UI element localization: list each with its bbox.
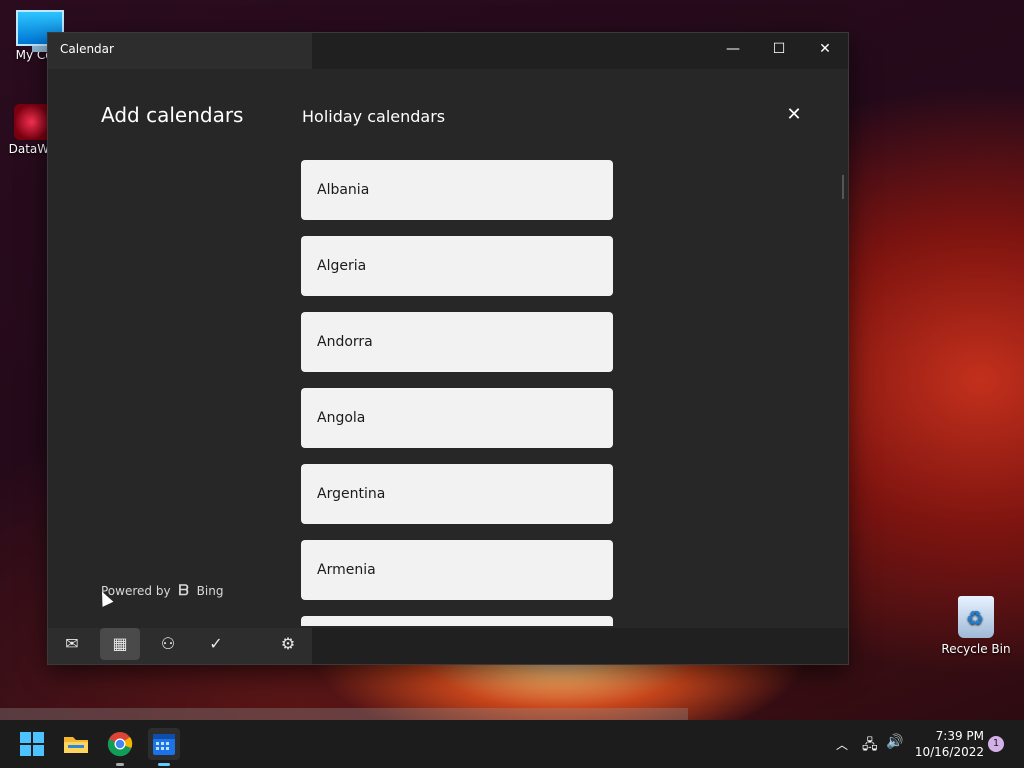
- powered-by: Powered by ᗷ Bing: [101, 583, 223, 599]
- country-item-andorra[interactable]: Andorra: [301, 312, 613, 372]
- window-title: Calendar: [60, 42, 114, 56]
- maximize-button[interactable]: ☐: [756, 33, 802, 65]
- todo-icon[interactable]: ✓: [196, 628, 236, 660]
- title-bar[interactable]: Calendar — ☐ ✕: [48, 33, 848, 69]
- app-nav-bar: ✉ ▦ ⚇ ✓ ⚙: [48, 628, 312, 664]
- country-item-partial[interactable]: [301, 616, 613, 626]
- chevron-up-icon[interactable]: ︿: [836, 736, 848, 753]
- recycle-bin-icon: [958, 596, 994, 638]
- background-window-edge: [0, 708, 688, 720]
- windows-logo-icon: [20, 745, 31, 756]
- windows-logo-icon: [33, 732, 44, 743]
- settings-icon[interactable]: ⚙: [268, 628, 308, 660]
- holiday-calendar-list: Albania Algeria Andorra Angola Argentina…: [301, 160, 613, 626]
- calendar-icon[interactable]: ▦: [100, 628, 140, 660]
- scrollbar[interactable]: [842, 175, 844, 199]
- bottom-bar-filler: [312, 628, 848, 664]
- country-item-argentina[interactable]: Argentina: [301, 464, 613, 524]
- volume-icon[interactable]: 🔊: [886, 734, 903, 750]
- datawag-app-icon: [14, 104, 50, 140]
- active-indicator: [158, 763, 170, 766]
- folder-icon: [64, 737, 88, 753]
- country-item-angola[interactable]: Angola: [301, 388, 613, 448]
- clock[interactable]: 7:39 PM 10/16/2022: [914, 728, 984, 760]
- chrome-icon: [107, 732, 133, 757]
- country-item-albania[interactable]: Albania: [301, 160, 613, 220]
- mail-icon[interactable]: ✉: [52, 628, 92, 660]
- add-calendars-panel: Add calendars Holiday calendars ✕ Albani…: [48, 69, 848, 628]
- country-item-algeria[interactable]: Algeria: [301, 236, 613, 296]
- clock-date: 10/16/2022: [914, 745, 984, 759]
- section-title: Holiday calendars: [302, 107, 446, 126]
- calendar-app-icon: [153, 734, 175, 755]
- taskbar: ︿ 🖧 🔊 7:39 PM 10/16/2022 1: [0, 720, 1024, 768]
- notification-badge[interactable]: 1: [988, 736, 1004, 752]
- desktop-icon-recycle-bin[interactable]: Recycle Bin: [940, 596, 1012, 656]
- bing-logo-icon: ᗷ: [178, 583, 189, 599]
- network-icon[interactable]: 🖧: [862, 734, 878, 758]
- people-icon[interactable]: ⚇: [148, 628, 188, 660]
- page-title: Add calendars: [101, 103, 244, 127]
- close-panel-button[interactable]: ✕: [784, 105, 804, 125]
- desktop-icon-label: Recycle Bin: [941, 642, 1011, 656]
- start-button[interactable]: [16, 728, 48, 760]
- minimize-button[interactable]: —: [710, 33, 756, 65]
- calendar-window: Calendar — ☐ ✕ Add calendars Holiday cal…: [48, 33, 848, 664]
- clock-time: 7:39 PM: [935, 729, 984, 743]
- windows-logo-icon: [33, 745, 44, 756]
- country-item-armenia[interactable]: Armenia: [301, 540, 613, 600]
- close-window-button[interactable]: ✕: [802, 33, 848, 65]
- powered-by-brand: Bing: [196, 584, 224, 598]
- calendar-taskbar-button[interactable]: [148, 728, 180, 766]
- chrome-button[interactable]: [104, 728, 136, 766]
- powered-by-label: Powered by: [101, 584, 171, 598]
- file-explorer-button[interactable]: [60, 728, 92, 760]
- windows-logo-icon: [20, 732, 31, 743]
- running-indicator: [116, 763, 124, 766]
